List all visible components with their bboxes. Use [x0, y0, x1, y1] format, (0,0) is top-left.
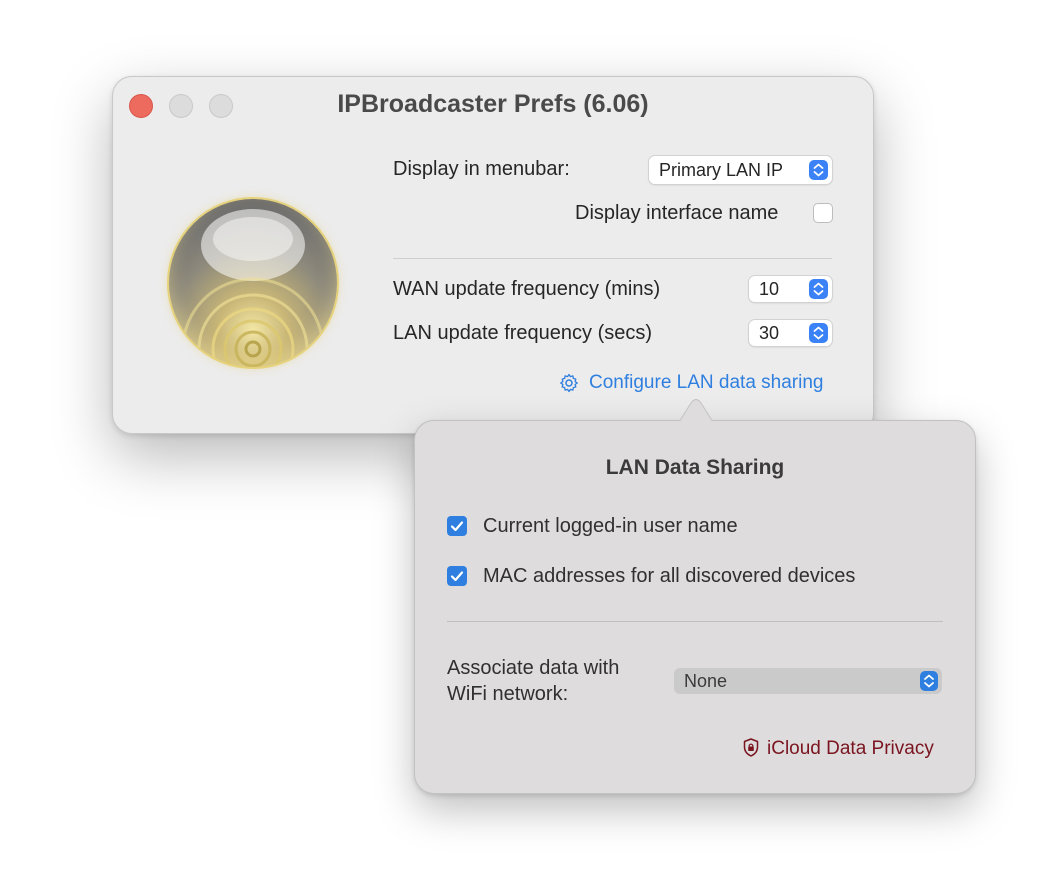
lan-frequency-popup[interactable]: 30 [749, 320, 832, 346]
divider [393, 258, 832, 259]
display-interface-name-checkbox[interactable] [814, 204, 832, 222]
menubar-display-value: Primary LAN IP [659, 160, 784, 180]
icloud-privacy-link-container[interactable]: iCloud Data Privacy [743, 738, 934, 763]
shield-lock-icon [743, 738, 759, 763]
wifi-network-value: None [684, 671, 728, 691]
user-name-option-label: Current logged-in user name [483, 515, 738, 537]
prefs-window: IPBroadcaster Prefs (6.06) Display in me… [112, 76, 874, 434]
wan-frequency-label: WAN update frequency (mins) [393, 278, 661, 300]
icloud-privacy-link[interactable]: iCloud Data Privacy [767, 738, 934, 759]
lan-frequency-label: LAN update frequency (secs) [393, 322, 653, 344]
wan-frequency-value: 10 [759, 279, 780, 299]
mac-addresses-option-label: MAC addresses for all discovered devices [483, 565, 856, 587]
wan-frequency-popup[interactable]: 10 [749, 276, 832, 302]
display-interface-name-label: Display interface name [575, 202, 779, 224]
menubar-display-popup[interactable]: Primary LAN IP [649, 156, 832, 184]
popup-arrows-icon [920, 671, 938, 691]
popover-divider [447, 621, 943, 622]
popup-arrows-icon [809, 323, 828, 343]
wifi-network-popup[interactable]: None [674, 668, 942, 694]
popup-arrows-icon [809, 160, 828, 180]
stage: IPBroadcaster Prefs (6.06) Display in me… [0, 0, 1046, 872]
mac-addresses-checkbox[interactable] [447, 566, 467, 586]
gear-icon[interactable] [559, 373, 579, 398]
checkmark-icon [450, 571, 464, 582]
display-in-menubar-label: Display in menubar: [393, 158, 570, 180]
configure-lan-sharing-link[interactable]: Configure LAN data sharing [589, 372, 823, 394]
associate-label-line1: Associate data with [447, 657, 620, 679]
popup-arrows-icon [809, 279, 828, 299]
lan-data-sharing-popover: LAN Data Sharing Current logged-in user … [414, 399, 976, 794]
popover-arrow [679, 399, 713, 423]
popover-title: LAN Data Sharing [605, 456, 785, 479]
window-title: IPBroadcaster Prefs (6.06) [337, 90, 649, 118]
associate-label-line2: WiFi network: [447, 683, 569, 705]
lan-frequency-value: 30 [759, 323, 780, 343]
orb-logo [169, 199, 337, 367]
checkmark-icon [450, 521, 464, 532]
user-name-checkbox[interactable] [447, 516, 467, 536]
